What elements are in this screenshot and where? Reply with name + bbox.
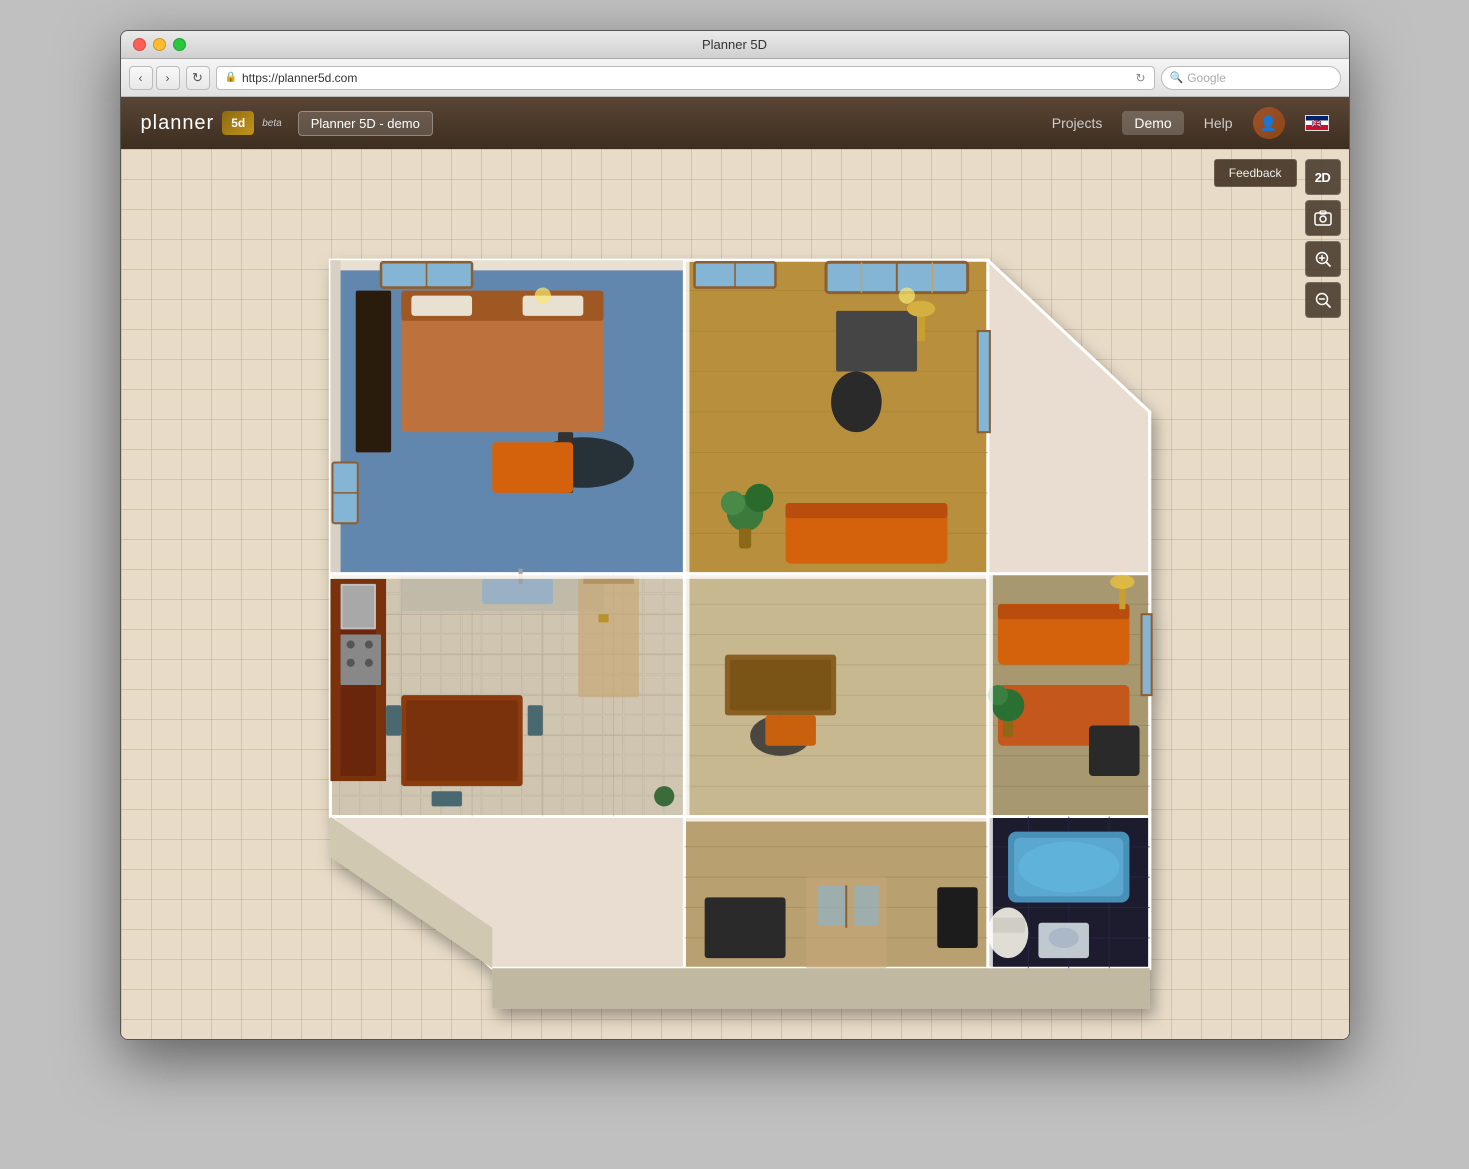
view-2d-button[interactable]: 2D	[1305, 159, 1341, 195]
project-name[interactable]: Planner 5D - demo	[298, 111, 433, 136]
lock-icon: 🔒	[225, 72, 237, 83]
search-icon: 🔍	[1170, 71, 1184, 84]
language-flag[interactable]: 🇬🇧	[1305, 115, 1329, 131]
screenshot-button[interactable]	[1305, 200, 1341, 236]
tools-panel: 2D	[1305, 159, 1341, 318]
window-title: Planner 5D	[702, 37, 767, 52]
title-bar: Planner 5D	[121, 31, 1349, 59]
app-header: planner 5d beta Planner 5D - demo Projec…	[121, 97, 1349, 149]
logo-box: 5d	[222, 111, 254, 135]
maximize-button[interactable]	[173, 38, 186, 51]
nav-demo[interactable]: Demo	[1122, 111, 1183, 135]
browser-toolbar: ‹ › ↻ 🔒 https://planner5d.com ↻ 🔍 Google	[121, 59, 1349, 97]
close-button[interactable]	[133, 38, 146, 51]
forward-button[interactable]: ›	[156, 66, 180, 90]
main-viewport: Feedback 2D	[121, 149, 1349, 1039]
logo-area: planner 5d beta	[141, 111, 282, 135]
user-avatar[interactable]: 👤	[1253, 107, 1285, 139]
window-controls	[133, 38, 186, 51]
minimize-button[interactable]	[153, 38, 166, 51]
logo-text: planner	[141, 112, 215, 135]
address-bar[interactable]: 🔒 https://planner5d.com ↻	[216, 66, 1155, 90]
zoom-out-button[interactable]	[1305, 282, 1341, 318]
back-button[interactable]: ‹	[129, 66, 153, 90]
nav-projects[interactable]: Projects	[1052, 115, 1103, 131]
floor-plan-scene	[121, 149, 1349, 1039]
header-nav: Projects Demo Help 👤 🇬🇧	[1052, 107, 1329, 139]
nav-buttons: ‹ ›	[129, 66, 180, 90]
reload-button[interactable]: ↻	[186, 66, 210, 90]
zoom-in-button[interactable]	[1305, 241, 1341, 277]
nav-help[interactable]: Help	[1204, 115, 1233, 131]
beta-tag: beta	[262, 118, 281, 129]
browser-window: Planner 5D ‹ › ↻ 🔒 https://planner5d.com…	[120, 30, 1350, 1040]
refresh-icon: ↻	[1135, 71, 1145, 85]
feedback-button[interactable]: Feedback	[1214, 159, 1297, 187]
search-bar[interactable]: 🔍 Google	[1161, 66, 1341, 90]
search-placeholder: Google	[1187, 71, 1226, 85]
url-text: https://planner5d.com	[242, 71, 357, 85]
